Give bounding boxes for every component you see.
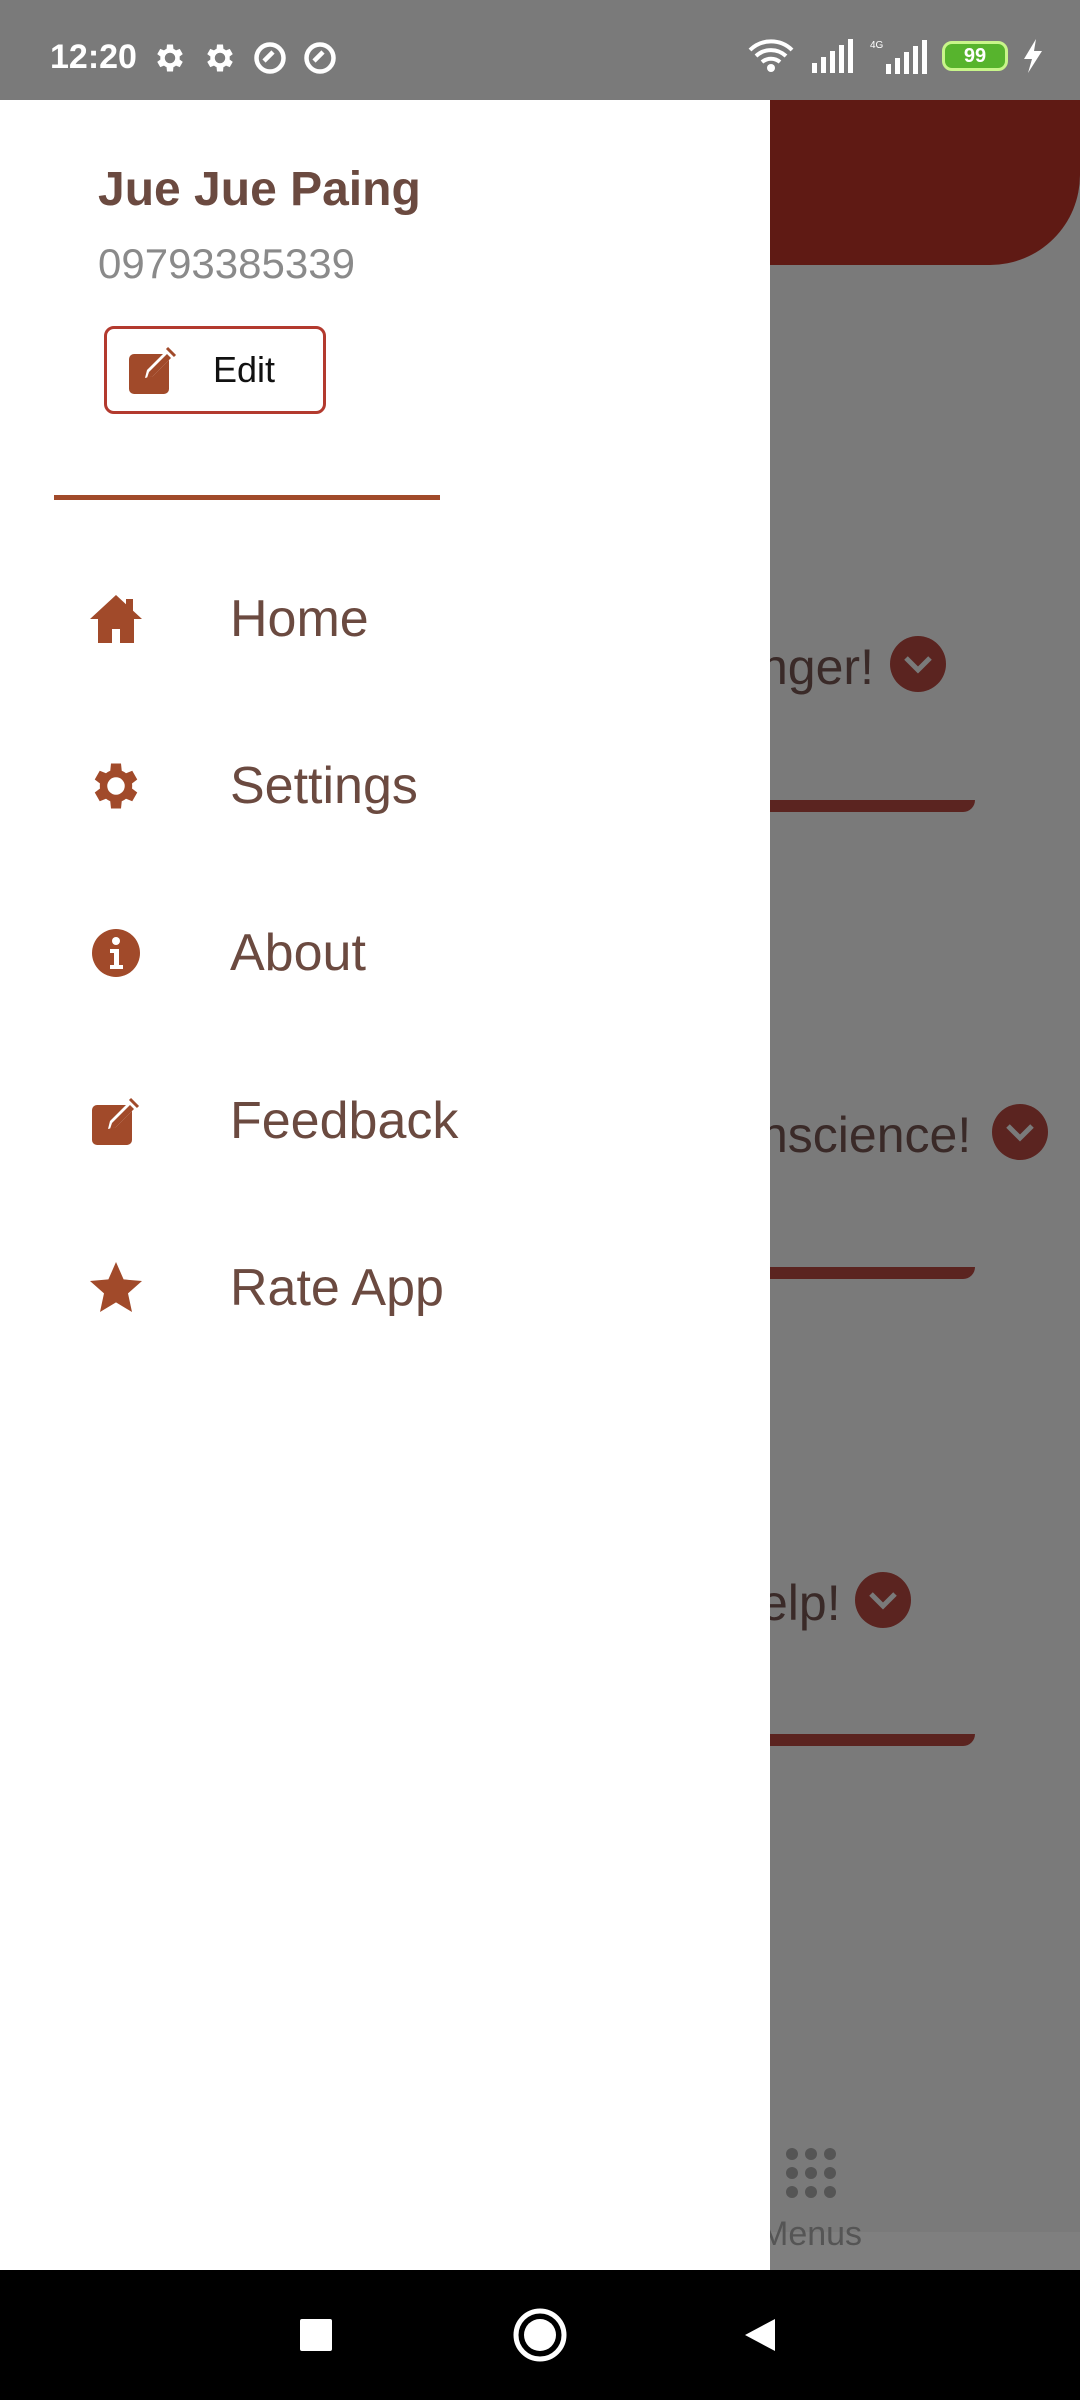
home-icon <box>84 587 148 651</box>
profile-name: Jue Jue Paing <box>98 163 421 216</box>
background-header <box>760 100 1080 265</box>
gear-icon <box>84 754 148 818</box>
status-notification-icons <box>152 40 338 76</box>
background-item-text: nger! <box>760 639 874 695</box>
home-button[interactable] <box>507 2302 573 2368</box>
signal-icon <box>812 39 853 73</box>
background-item-text: nscience! <box>760 1107 972 1163</box>
menu-item-label: Feedback <box>230 1092 459 1150</box>
edit-label: Edit <box>213 349 276 390</box>
back-button[interactable] <box>728 2302 794 2368</box>
triangle-back-icon <box>745 2319 775 2351</box>
profile-phone: 09793385339 <box>98 240 355 287</box>
menus-label: Menus <box>760 2215 863 2253</box>
app-notification-icon <box>304 42 336 74</box>
settings-notification-icon <box>207 44 233 72</box>
menu-item-rate-app[interactable]: Rate App <box>0 1218 770 1358</box>
background-underline <box>760 1734 975 1746</box>
background-item-text: elp! <box>760 1575 841 1631</box>
background-underline <box>760 800 975 812</box>
menu-item-settings[interactable]: Settings <box>0 716 770 856</box>
grid-menu-icon <box>784 2146 838 2205</box>
chevron-down-icon <box>855 1572 911 1628</box>
menu-item-home[interactable]: Home <box>0 549 770 689</box>
drawer-divider <box>54 495 440 500</box>
info-icon <box>84 921 148 985</box>
status-bar: 12:20 4G 99 <box>0 0 1080 100</box>
svg-text:4G: 4G <box>870 40 884 51</box>
signal-4g-icon: 4G <box>870 40 927 74</box>
menu-item-label: About <box>230 924 366 982</box>
chevron-down-icon <box>890 636 946 692</box>
settings-notification-icon <box>157 44 183 72</box>
menu-item-label: Home <box>230 590 369 648</box>
menu-item-label: Rate App <box>230 1259 444 1317</box>
menu-item-feedback[interactable]: Feedback <box>0 1051 770 1191</box>
wifi-icon <box>748 39 794 72</box>
app-notification-icon <box>254 42 286 74</box>
system-navigation-bar <box>0 2270 1080 2400</box>
navigation-drawer: Jue Jue Paing 09793385339 Edit Home Sett… <box>0 100 770 2270</box>
star-icon <box>84 1256 148 1320</box>
edit-profile-button[interactable]: Edit <box>104 326 326 414</box>
status-time: 12:20 <box>50 38 137 76</box>
battery-indicator: 99 <box>942 41 1008 71</box>
recents-button[interactable] <box>283 2302 349 2368</box>
menu-item-label: Settings <box>230 757 418 815</box>
menu-item-about[interactable]: About <box>0 883 770 1023</box>
status-system-icons: 4G 99 <box>746 38 1044 74</box>
chevron-down-icon <box>992 1104 1048 1160</box>
square-icon <box>300 2319 332 2351</box>
edit-icon <box>129 346 177 394</box>
charging-icon <box>1024 39 1042 73</box>
circle-icon <box>513 2308 567 2362</box>
edit-icon <box>84 1089 148 1153</box>
background-underline <box>760 1267 975 1279</box>
